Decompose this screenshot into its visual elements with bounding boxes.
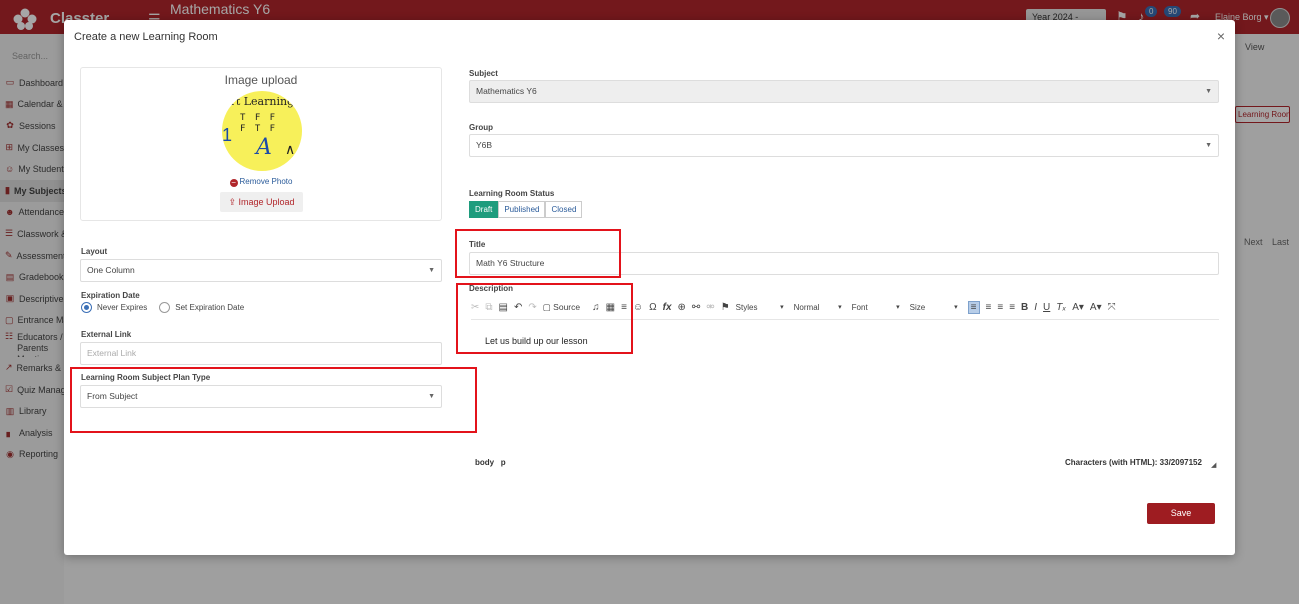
remove-photo-link[interactable]: − Remove Photo: [81, 177, 441, 187]
formula-icon[interactable]: fx: [663, 302, 672, 313]
subject-select[interactable]: Mathematics Y6 ▼: [469, 80, 1219, 103]
expiration-label: Expiration Date: [81, 291, 140, 300]
underline-icon[interactable]: U: [1043, 302, 1050, 313]
create-learning-room-modal: Create a new Learning Room × Image uploa…: [64, 20, 1235, 555]
align-left-icon[interactable]: ≡: [967, 300, 980, 314]
status-published-button[interactable]: Published: [498, 201, 546, 218]
modal-title: Create a new Learning Room: [74, 31, 218, 43]
link-icon[interactable]: ⚯: [692, 302, 700, 313]
italic-icon[interactable]: I: [1034, 302, 1037, 313]
styles-dropdown[interactable]: Styles: [736, 303, 788, 312]
status-draft-button[interactable]: Draft: [469, 201, 499, 218]
image-upload-button[interactable]: ⇪ Image Upload: [220, 192, 303, 212]
external-link-label: External Link: [81, 330, 132, 339]
subject-label: Subject: [469, 69, 498, 78]
photo-grid: T F F F T F: [240, 113, 278, 134]
image-upload-title: Image upload: [224, 73, 298, 87]
size-dropdown[interactable]: Size: [910, 303, 962, 312]
group-select[interactable]: Y6B ▼: [469, 134, 1219, 157]
never-expires-label: Never Expires: [97, 303, 148, 312]
photo-letter: A: [256, 135, 272, 160]
close-icon[interactable]: ×: [1217, 28, 1225, 44]
photo-text: art Learning: [224, 95, 295, 108]
set-expiration-radio[interactable]: [159, 302, 171, 313]
never-expires-radio[interactable]: [81, 302, 92, 313]
external-link-placeholder: External Link: [87, 348, 137, 358]
status-closed-button[interactable]: Closed: [545, 201, 583, 218]
set-expiration-label: Set Expiration Date: [175, 303, 245, 312]
subject-value: Mathematics Y6: [476, 86, 537, 96]
text-color-icon[interactable]: A▾: [1072, 302, 1084, 313]
image-upload-panel: Image upload art Learning T F F F T F 1 …: [80, 67, 442, 221]
maximize-icon[interactable]: ⤧: [1108, 302, 1116, 313]
element-path: body p: [475, 458, 506, 467]
font-dropdown[interactable]: Font: [852, 303, 904, 312]
group-value: Y6B: [476, 140, 493, 150]
save-button[interactable]: Save: [1147, 503, 1215, 524]
format-dropdown[interactable]: Normal: [794, 303, 846, 312]
highlight-plan-type: [70, 367, 477, 433]
remove-icon: −: [229, 178, 238, 187]
background-color-icon[interactable]: A▾: [1090, 302, 1102, 313]
align-center-icon[interactable]: ≡: [986, 302, 992, 313]
status-button-group: Draft Published Closed: [469, 201, 583, 218]
expiration-radio-group: Never Expires Set Expiration Date: [81, 302, 244, 313]
highlight-title: [455, 229, 621, 278]
chevron-down-icon: ▼: [1205, 88, 1212, 95]
remove-photo-label: Remove Photo: [239, 177, 293, 186]
globe-icon[interactable]: ⊕: [678, 302, 686, 313]
special-char-icon[interactable]: Ω: [649, 302, 656, 313]
layout-select[interactable]: One Column ▼: [80, 259, 442, 282]
resize-handle-icon[interactable]: ◢: [1211, 461, 1216, 469]
character-counter: Characters (with HTML): 33/2097152: [1065, 458, 1202, 467]
anchor-flag-icon[interactable]: ⚑: [721, 302, 730, 313]
layout-value: One Column: [87, 265, 135, 275]
external-link-input[interactable]: External Link: [80, 342, 442, 365]
photo-digit: 1: [222, 125, 233, 145]
room-photo: art Learning T F F F T F 1 A ∧: [222, 91, 302, 171]
bold-icon[interactable]: B: [1021, 302, 1028, 313]
upload-label: Image Upload: [238, 197, 295, 207]
chevron-down-icon: ▼: [1205, 142, 1212, 149]
layout-label: Layout: [81, 247, 108, 256]
photo-caret: ∧: [285, 141, 296, 157]
chevron-down-icon: ▼: [428, 267, 435, 274]
align-justify-icon[interactable]: ≡: [1009, 302, 1015, 313]
status-label: Learning Room Status: [469, 189, 555, 198]
clear-format-icon[interactable]: Tₓ: [1056, 302, 1066, 313]
highlight-description: [456, 283, 633, 354]
align-right-icon[interactable]: ≡: [997, 302, 1003, 313]
group-label: Group: [469, 123, 493, 132]
upload-icon: ⇪: [228, 197, 239, 207]
emoji-icon[interactable]: ☺: [633, 302, 643, 313]
unlink-icon[interactable]: ⚮: [706, 302, 714, 313]
